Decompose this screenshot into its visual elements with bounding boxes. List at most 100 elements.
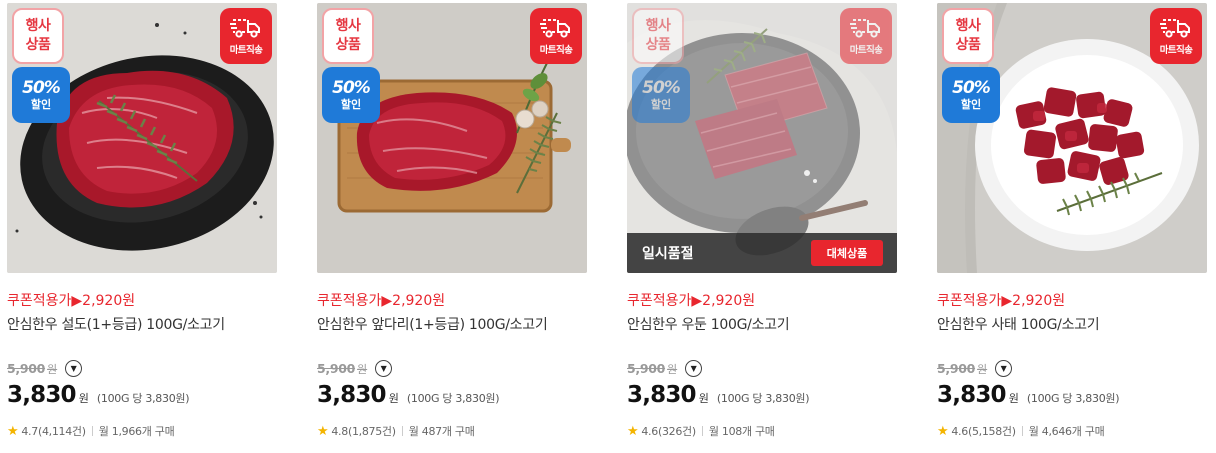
original-price-row: 5,900 원 ▼ bbox=[937, 360, 1013, 377]
soldout-text: 일시품절 bbox=[642, 246, 694, 262]
monthly-purchases: 월 4,646개 구매 bbox=[1028, 425, 1105, 438]
product-image[interactable]: 행사 상품 마트직송 50% 할인 bbox=[317, 3, 587, 273]
chevron-down-icon: ▼ bbox=[1000, 363, 1007, 373]
mart-delivery-badge: 마트직송 bbox=[1150, 8, 1202, 64]
discount-badge: 50% 할인 bbox=[942, 67, 1000, 123]
monthly-purchases: 월 108개 구매 bbox=[708, 425, 775, 438]
original-price: 5,900 bbox=[7, 361, 46, 376]
chevron-down-icon: ▼ bbox=[70, 363, 77, 373]
unit-price: (100G 당 3,830원) bbox=[1026, 392, 1120, 405]
product-title[interactable]: 안심한우 사태 100G/소고기 bbox=[937, 314, 1100, 334]
alternative-product-button[interactable]: 대체상품 bbox=[811, 240, 883, 266]
rating-text[interactable]: 4.7(4,114건) bbox=[21, 423, 86, 439]
original-price-row: 5,900 원 ▼ bbox=[317, 360, 393, 377]
mart-delivery-badge: 마트직송 bbox=[530, 8, 582, 64]
discount-percent: 50% bbox=[332, 78, 371, 98]
discount-badge: 50% 할인 bbox=[322, 67, 380, 123]
star-icon: ★ bbox=[937, 423, 949, 439]
chevron-down-icon: ▼ bbox=[690, 363, 697, 373]
sale-price: 3,830 bbox=[627, 382, 697, 408]
discount-badge: 50% 할인 bbox=[12, 67, 70, 123]
event-badge-line1: 행사 bbox=[645, 18, 671, 34]
price-detail-toggle[interactable]: ▼ bbox=[65, 360, 83, 377]
product-image[interactable]: 행사 상품 마트직송 50% 할인 bbox=[7, 3, 277, 273]
star-icon: ★ bbox=[317, 423, 329, 439]
event-product-badge: 행사 상품 bbox=[12, 8, 64, 64]
original-price-row: 5,900 원 ▼ bbox=[627, 360, 703, 377]
original-price: 5,900 bbox=[317, 361, 356, 376]
divider bbox=[91, 426, 93, 436]
unit-price: (100G 당 3,830원) bbox=[96, 392, 190, 405]
discount-label: 할인 bbox=[340, 98, 362, 111]
sale-price: 3,830 bbox=[7, 382, 77, 408]
product-image[interactable]: 행사 상품 마트직송 50% 할인 일시품절 대체상품 bbox=[627, 3, 897, 273]
event-product-badge: 행사 상품 bbox=[322, 8, 374, 64]
price-currency: 원 bbox=[78, 392, 89, 405]
mart-delivery-badge: 마트직송 bbox=[840, 8, 892, 64]
product-title[interactable]: 안심한우 우둔 100G/소고기 bbox=[627, 314, 790, 334]
rating-row: ★ 4.8(1,875건) 월 487개 구매 bbox=[317, 423, 475, 439]
price-currency: 원 bbox=[388, 392, 399, 405]
event-badge-line2: 상품 bbox=[955, 37, 981, 53]
event-product-badge: 행사 상품 bbox=[942, 8, 994, 64]
product-image[interactable]: 행사 상품 마트직송 50% 할인 bbox=[937, 3, 1207, 273]
delivery-truck-icon bbox=[540, 19, 570, 38]
divider bbox=[701, 426, 703, 436]
price-detail-toggle[interactable]: ▼ bbox=[685, 360, 703, 377]
original-price-row: 5,900 원 ▼ bbox=[7, 360, 83, 377]
price-detail-toggle[interactable]: ▼ bbox=[995, 360, 1013, 377]
original-price-won: 원 bbox=[667, 362, 678, 376]
star-icon: ★ bbox=[7, 423, 19, 439]
rating-text[interactable]: 4.8(1,875건) bbox=[331, 423, 396, 439]
price-row: 3,830 원 (100G 당 3,830원) bbox=[7, 382, 190, 408]
product-card: 행사 상품 마트직송 50% 할인 쿠폰적용가▶2,920원 안심한우 설도(1… bbox=[7, 3, 277, 453]
product-grid: 행사 상품 마트직송 50% 할인 쿠폰적용가▶2,920원 안심한우 설도(1… bbox=[7, 3, 1216, 453]
delivery-truck-icon bbox=[850, 19, 880, 38]
rating-text[interactable]: 4.6(5,158건) bbox=[951, 423, 1016, 439]
mart-delivery-label: 마트직송 bbox=[1159, 45, 1193, 56]
delivery-truck-icon bbox=[1160, 19, 1190, 38]
discount-label: 할인 bbox=[650, 98, 672, 111]
price-currency: 원 bbox=[1008, 392, 1019, 405]
event-badge-line2: 상품 bbox=[25, 37, 51, 53]
mart-delivery-label: 마트직송 bbox=[539, 45, 573, 56]
chevron-down-icon: ▼ bbox=[380, 363, 387, 373]
price-row: 3,830 원 (100G 당 3,830원) bbox=[317, 382, 500, 408]
discount-badge: 50% 할인 bbox=[632, 67, 690, 123]
product-card: 행사 상품 마트직송 50% 할인 쿠폰적용가▶2,920원 안심한우 앞다리(… bbox=[317, 3, 587, 453]
discount-percent: 50% bbox=[642, 78, 681, 98]
product-title[interactable]: 안심한우 설도(1+등급) 100G/소고기 bbox=[7, 314, 225, 334]
mart-delivery-badge: 마트직송 bbox=[220, 8, 272, 64]
product-title[interactable]: 안심한우 앞다리(1+등급) 100G/소고기 bbox=[317, 314, 548, 334]
original-price: 5,900 bbox=[627, 361, 666, 376]
unit-price: (100G 당 3,830원) bbox=[406, 392, 500, 405]
divider bbox=[1021, 426, 1023, 436]
original-price-won: 원 bbox=[357, 362, 368, 376]
monthly-purchases: 월 487개 구매 bbox=[408, 425, 475, 438]
event-badge-line1: 행사 bbox=[955, 18, 981, 34]
discount-percent: 50% bbox=[952, 78, 991, 98]
soldout-bar: 일시품절 대체상품 bbox=[627, 233, 897, 273]
coupon-price: 쿠폰적용가▶2,920원 bbox=[937, 293, 1066, 309]
event-badge-line1: 행사 bbox=[335, 18, 361, 34]
price-currency: 원 bbox=[698, 392, 709, 405]
price-row: 3,830 원 (100G 당 3,830원) bbox=[937, 382, 1120, 408]
rating-text[interactable]: 4.6(326건) bbox=[641, 423, 696, 439]
mart-delivery-label: 마트직송 bbox=[229, 45, 263, 56]
star-icon: ★ bbox=[627, 423, 639, 439]
original-price-won: 원 bbox=[977, 362, 988, 376]
discount-percent: 50% bbox=[22, 78, 61, 98]
event-badge-line2: 상품 bbox=[335, 37, 361, 53]
discount-label: 할인 bbox=[960, 98, 982, 111]
rating-row: ★ 4.6(5,158건) 월 4,646개 구매 bbox=[937, 423, 1105, 439]
discount-label: 할인 bbox=[30, 98, 52, 111]
divider bbox=[401, 426, 403, 436]
event-badge-line2: 상품 bbox=[645, 37, 671, 53]
price-detail-toggle[interactable]: ▼ bbox=[375, 360, 393, 377]
monthly-purchases: 월 1,966개 구매 bbox=[98, 425, 175, 438]
rating-row: ★ 4.6(326건) 월 108개 구매 bbox=[627, 423, 775, 439]
coupon-price: 쿠폰적용가▶2,920원 bbox=[317, 293, 446, 309]
original-price-won: 원 bbox=[47, 362, 58, 376]
event-badge-line1: 행사 bbox=[25, 18, 51, 34]
sale-price: 3,830 bbox=[937, 382, 1007, 408]
